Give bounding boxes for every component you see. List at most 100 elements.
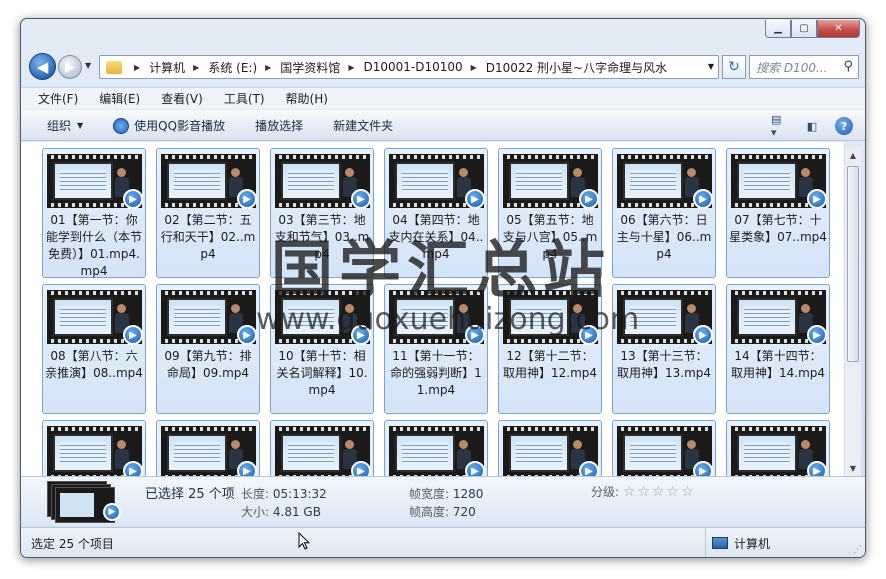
menu-view[interactable]: 查看(V) [161,90,203,107]
qq-player-badge-icon: ▶ [579,325,599,345]
file-item[interactable]: ▶ 06【第六节：日主与十星】06..mp4 [612,148,716,278]
file-item[interactable]: ▶21【第二十一 [726,420,830,476]
length-label: 长度: [241,487,270,501]
file-item[interactable]: ▶ 13【第十三节：取用神】13.mp4 [612,284,716,414]
search-icon[interactable]: ⚲ [843,59,853,74]
help-icon[interactable]: ? [835,117,853,135]
file-item[interactable]: ▶ 09【第九节：排命局】09.mp4 [156,284,260,414]
qq-player-badge-icon: ▶ [807,189,827,209]
menu-help[interactable]: 帮助(H) [286,90,328,107]
breadcrumb-separator-icon[interactable]: ▶ [471,63,477,72]
file-item[interactable]: ▶ 04【第四节：地支内在关系】04..mp4 [384,148,488,278]
file-item[interactable]: ▶ 02【第二节：五行和天干】02..mp4 [156,148,260,278]
file-name: 05【第五节：地支与八宫】05..mp4 [502,213,598,261]
rating-label: 分级: [591,485,620,499]
breadcrumb-separator-icon[interactable]: ▶ [348,63,354,72]
qq-player-badge-icon: ▶ [465,189,485,209]
file-item[interactable]: ▶ 03【第三节：地支和节气】03..mp4 [270,148,374,278]
breadcrumb-separator-icon[interactable]: ▶ [134,63,140,72]
file-item[interactable]: ▶ 12【第十二节：取用神】12.mp4 [498,284,602,414]
file-item[interactable]: ▶ 07【第七节：十星类象】07..mp4 [726,148,830,278]
file-item[interactable]: ▶ 08【第八节：六亲推演】08..mp4 [42,284,146,414]
breadcrumb-separator-icon[interactable]: ▶ [265,63,271,72]
breadcrumb-computer[interactable]: 计算机 [149,59,185,76]
thumbnail-screen [167,162,227,200]
status-bar: 选定 25 个项目 计算机 ⋰ [21,527,865,557]
folder-icon [106,60,122,74]
file-name: 11【第十一节：命的强弱判断】11.mp4 [390,349,482,397]
qq-player-badge-icon: ▶ [579,461,599,476]
file-name: 14【第十四节：取用神】14.mp4 [730,349,826,380]
organize-button[interactable]: 组织 ▼ [47,117,83,134]
refresh-icon: ↻ [728,59,740,75]
preview-pane-icon[interactable]: ◧ [803,118,821,135]
qq-player-badge-icon: ▶ [465,325,485,345]
command-bar: 组织 ▼ 使用QQ影音播放 播放选择 新建文件夹 ▤ ▾ ◧ ? [21,110,865,141]
play-selection-label: 播放选择 [255,119,304,133]
address-bar[interactable]: ▶ 计算机 ▶ 系统 (E:) ▶ 国学资料馆 ▶ D10001-D10100 … [99,55,719,79]
file-item[interactable]: ▶17【第十七节： [270,420,374,476]
file-item[interactable]: ▶20【第二十节： [612,420,716,476]
scrollbar-thumb[interactable] [847,166,859,362]
thumbnail-screen [623,434,683,472]
qq-player-badge-icon: ▶ [237,461,257,476]
status-location-label: 计算机 [734,536,771,551]
rating-stars[interactable]: ☆☆☆☆☆ [623,484,696,500]
forward-button[interactable]: ▶ [58,55,82,79]
view-icon[interactable]: ▤ ▾ [771,113,789,139]
close-button[interactable]: ✕ [817,20,860,38]
file-name: 02【第二节：五行和天干】02..mp4 [160,213,256,261]
file-item[interactable]: ▶ 11【第十一节：命的强弱判断】11.mp4 [384,284,488,414]
menu-tools[interactable]: 工具(T) [224,90,265,107]
maximize-button[interactable]: ▢ [791,20,817,38]
scroll-up-icon[interactable]: ▲ [845,147,861,164]
selected-count: 已选择 25 个项 [145,487,235,502]
new-folder-button[interactable]: 新建文件夹 [333,117,393,134]
resize-grip-icon[interactable]: ⋰ [853,545,862,555]
thumbnail-screen [281,298,341,336]
minimize-button[interactable]: ▁ [765,20,791,38]
back-button[interactable]: ◀ [29,53,56,80]
file-item[interactable]: ▶ 10【第十节：相关名词解释】10.mp4 [270,284,374,414]
frame-width-value: 1280 [452,487,484,501]
file-name: 13【第十三节：取用神】13.mp4 [616,349,712,380]
file-item[interactable]: ▶ 05【第五节：地支与八宫】05..mp4 [498,148,602,278]
file-item[interactable]: ▶19【第十九节： [498,420,602,476]
address-dropdown-icon[interactable]: ▼ [708,62,714,71]
vertical-scrollbar[interactable]: ▲ ▼ [844,147,861,477]
thumbnail-screen [167,298,227,336]
navigation-row: ◀ ▶ ▼ ▶ 计算机 ▶ 系统 (E:) ▶ 国学资料馆 ▶ D10001-D… [29,52,859,82]
file-name: 03【第三节：地支和节气】03..mp4 [274,213,370,261]
new-folder-label: 新建文件夹 [333,119,394,133]
breadcrumb-drive[interactable]: 系统 (E:) [208,59,257,76]
thumbnail-screen [53,298,113,336]
file-item[interactable]: ▶ 01【第一节：你能学到什么（本节免费）】01.mp4.mp4 [42,148,146,278]
qq-player-badge-icon: ▶ [351,189,371,209]
breadcrumb-current[interactable]: D10022 刑小星~八字命理与风水 [486,59,667,76]
qq-player-badge-icon: ▶ [465,461,485,476]
play-selection-button[interactable]: 播放选择 [255,117,303,134]
size-field: 大小: 4.81 GB [241,503,321,520]
thumbnail-screen [395,298,455,336]
refresh-button[interactable]: ↻ [722,55,746,79]
thumbnail-screen [395,162,455,200]
qq-player-badge-icon: ▶ [579,189,599,209]
qq-player-badge-icon: ▶ [693,325,713,345]
play-with-qq-button[interactable]: 使用QQ影音播放 [113,117,225,134]
recent-pages-dropdown[interactable]: ▼ [85,61,91,70]
search-input[interactable]: 搜索 D100... ⚲ [749,55,859,79]
frame-width-label: 帧宽度: [409,487,450,501]
file-item[interactable]: ▶ 14【第十四节：取用神】14.mp4 [726,284,830,414]
scroll-down-icon[interactable]: ▼ [845,460,861,477]
frame-height-field: 帧高度: 720 [409,503,476,520]
breadcrumb-library[interactable]: 国学资料馆 [280,59,340,76]
file-item[interactable]: ▶18【第十八节： [384,420,488,476]
file-item[interactable]: ▶16【第十六节： [156,420,260,476]
menu-file[interactable]: 文件(F) [38,90,78,107]
breadcrumb-separator-icon[interactable]: ▶ [193,63,199,72]
forward-arrow-icon: ▶ [65,59,75,75]
breadcrumb-range[interactable]: D10001-D10100 [363,60,462,74]
file-item[interactable]: ▶15【第十五节： [42,420,146,476]
menu-edit[interactable]: 编辑(E) [99,90,140,107]
qq-player-badge-icon: ▶ [123,325,143,345]
